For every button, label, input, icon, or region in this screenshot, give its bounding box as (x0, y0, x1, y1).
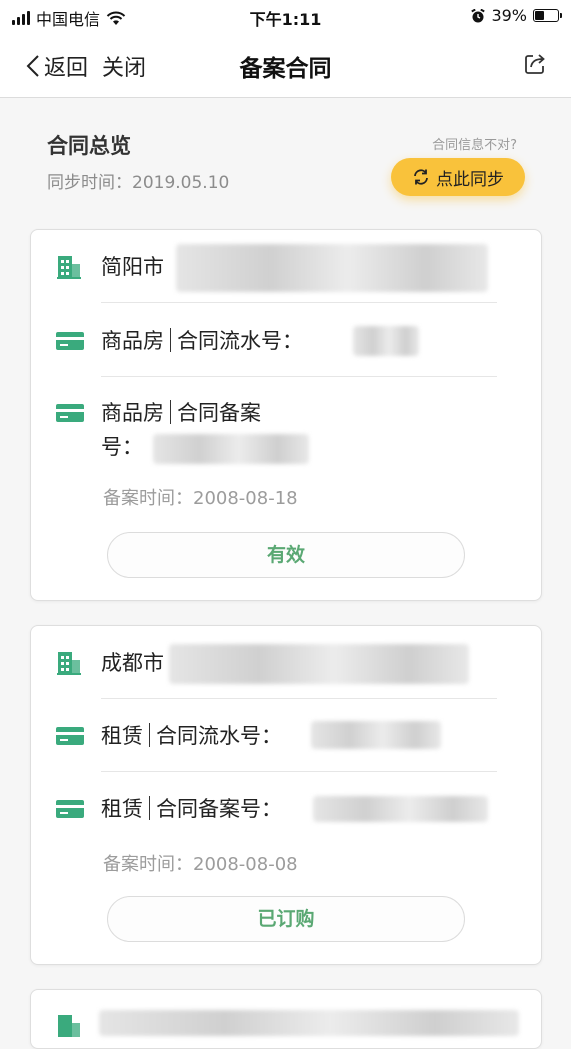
record-number-row: 租赁 合同备案号： (31, 792, 541, 826)
status-badge[interactable]: 已订购 (107, 896, 465, 942)
record-number-row: 商品房 合同备案 号： (31, 396, 541, 466)
serial-label: 合同流水号： (156, 724, 282, 748)
record-label-cont: 号： (101, 435, 143, 459)
redacted-record-number (313, 796, 488, 822)
refresh-icon (414, 169, 428, 185)
share-button[interactable] (523, 52, 547, 80)
divider (101, 698, 497, 699)
card-icon (56, 800, 84, 818)
redacted-address (99, 1010, 519, 1036)
battery-icon (533, 9, 562, 22)
status-right: 39% (471, 6, 562, 25)
record-label: 合同备案 (177, 401, 261, 425)
redacted-address (169, 644, 469, 684)
redacted-address (176, 244, 488, 292)
share-icon (525, 54, 545, 74)
redacted-serial (353, 326, 419, 356)
divider (101, 771, 497, 772)
address-row: 简阳市 (31, 244, 541, 292)
battery-percent: 39% (491, 6, 527, 25)
contract-summary: 合同总览 同步时间：2019.05.10 合同信息不对? 点此同步 (0, 98, 571, 230)
address-row: 成都市 (31, 644, 541, 684)
sync-time: 同步时间：2019.05.10 (47, 173, 230, 193)
alarm-icon (471, 8, 486, 22)
redacted-serial (311, 721, 441, 749)
card-icon (56, 332, 84, 350)
contract-type: 租赁 (101, 724, 143, 748)
contract-card[interactable]: 成都市 租赁 合同流水号： 租赁 合同备案号： 备案时间：2008-08-08 已订… (30, 625, 542, 965)
serial-row: 租赁 合同流水号： (31, 719, 541, 753)
divider (101, 376, 497, 377)
contract-type: 租赁 (101, 797, 143, 821)
record-label: 合同备案号： (156, 797, 282, 821)
contract-type: 商品房 (101, 329, 164, 353)
building-icon (57, 652, 81, 675)
sync-button-label: 点此同步 (436, 169, 504, 190)
redacted-record-number (153, 434, 309, 464)
contract-card[interactable] (30, 989, 542, 1049)
record-date: 备案时间：2008-08-08 (103, 854, 298, 875)
card-icon (56, 404, 84, 422)
nav-bar: 返回 关闭 备案合同 (0, 32, 571, 98)
sync-button[interactable]: 点此同步 (391, 158, 525, 196)
contract-card[interactable]: 简阳市 商品房 合同流水号： 商品房 合同备案 号： 备案时间：2008-08-18… (30, 229, 542, 601)
card-icon (56, 727, 84, 745)
divider (101, 302, 497, 303)
page-title: 备案合同 (239, 56, 332, 82)
building-icon (58, 1015, 80, 1037)
info-wrong-hint: 合同信息不对? (432, 138, 517, 153)
status-bar: 中国电信 下午1:11 39% (0, 0, 571, 32)
record-date: 备案时间：2008-08-18 (103, 488, 298, 509)
serial-label: 合同流水号： (177, 329, 303, 353)
status-badge[interactable]: 有效 (107, 532, 465, 578)
summary-title: 合同总览 (47, 134, 131, 158)
contract-type: 商品房 (101, 401, 164, 425)
building-icon (57, 256, 81, 279)
serial-row: 商品房 合同流水号： (31, 324, 541, 358)
